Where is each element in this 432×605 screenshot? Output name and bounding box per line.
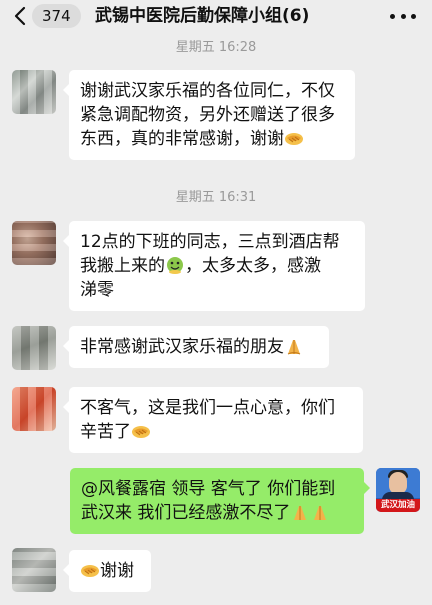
pray-emoji-icon xyxy=(287,340,301,355)
message-line: 谢谢武汉家乐福的各位同仁，不仅 xyxy=(80,81,335,101)
handshake-emoji-icon xyxy=(285,133,303,145)
message-line: 我搬上来的 xyxy=(80,256,165,276)
avatar[interactable] xyxy=(12,70,56,114)
message-line: 辛苦了 xyxy=(80,422,131,442)
handshake-emoji-icon xyxy=(132,426,150,438)
back-button[interactable]: 374 xyxy=(14,3,81,29)
face-emoji-icon xyxy=(167,257,183,274)
message-line: 谢谢 xyxy=(100,561,134,581)
message-line: 12点的下班的同志，三点到酒店帮 xyxy=(80,232,340,252)
avatar[interactable] xyxy=(12,221,56,265)
avatar[interactable] xyxy=(12,387,56,431)
unread-count-badge: 374 xyxy=(32,4,81,28)
message-bubble[interactable]: 谢谢武汉家乐福的各位同仁，不仅 紧急调配物资，另外还赠送了很多 东西，真的非常感… xyxy=(63,70,355,160)
self-avatar[interactable]: 武汉加油 xyxy=(376,468,420,512)
message-line: 东西，真的非常感谢，谢谢 xyxy=(80,129,284,149)
timestamp: 星期五 16:28 xyxy=(175,40,257,55)
message-line: 紧急调配物资，另外还赠送了很多 xyxy=(80,105,335,125)
chat-header: 374 武锡中医院后勤保障小组(6) xyxy=(0,0,432,34)
chat-title: 武锡中医院后勤保障小组(6) xyxy=(95,6,310,26)
avatar[interactable] xyxy=(12,326,56,370)
more-options-icon[interactable] xyxy=(390,8,416,24)
handshake-emoji-icon xyxy=(81,565,99,577)
avatar-caption: 武汉加油 xyxy=(376,499,420,512)
message-line: @风餐露宿 领导 客气了 你们能到 xyxy=(81,479,336,499)
message-line: ，太多太多，感激 xyxy=(185,256,321,276)
pray-emoji-icon xyxy=(314,506,327,520)
timestamp: 星期五 16:31 xyxy=(175,190,257,205)
message-bubble[interactable]: 非常感谢武汉家乐福的朋友 xyxy=(63,326,329,368)
avatar[interactable] xyxy=(12,548,56,592)
message-line: 涕零 xyxy=(80,280,114,300)
message-bubble-outgoing[interactable]: @风餐露宿 领导 客气了 你们能到 武汉来 我们已经感激不尽了 xyxy=(70,468,370,534)
message-bubble[interactable]: 不客气，这是我们一点心意，你们 辛苦了 xyxy=(63,387,363,453)
message-line: 不客气，这是我们一点心意，你们 xyxy=(80,398,335,418)
pray-emoji-icon xyxy=(294,506,307,520)
message-bubble[interactable]: 12点的下班的同志，三点到酒店帮 我搬上来的 ，太多太多，感激 涕零 xyxy=(63,221,365,311)
message-bubble[interactable]: 谢谢 xyxy=(63,550,151,592)
message-line: 武汉来 我们已经感激不尽了 xyxy=(81,503,291,523)
message-line: 非常感谢武汉家乐福的朋友 xyxy=(80,337,284,357)
chevron-left-icon xyxy=(14,6,26,26)
